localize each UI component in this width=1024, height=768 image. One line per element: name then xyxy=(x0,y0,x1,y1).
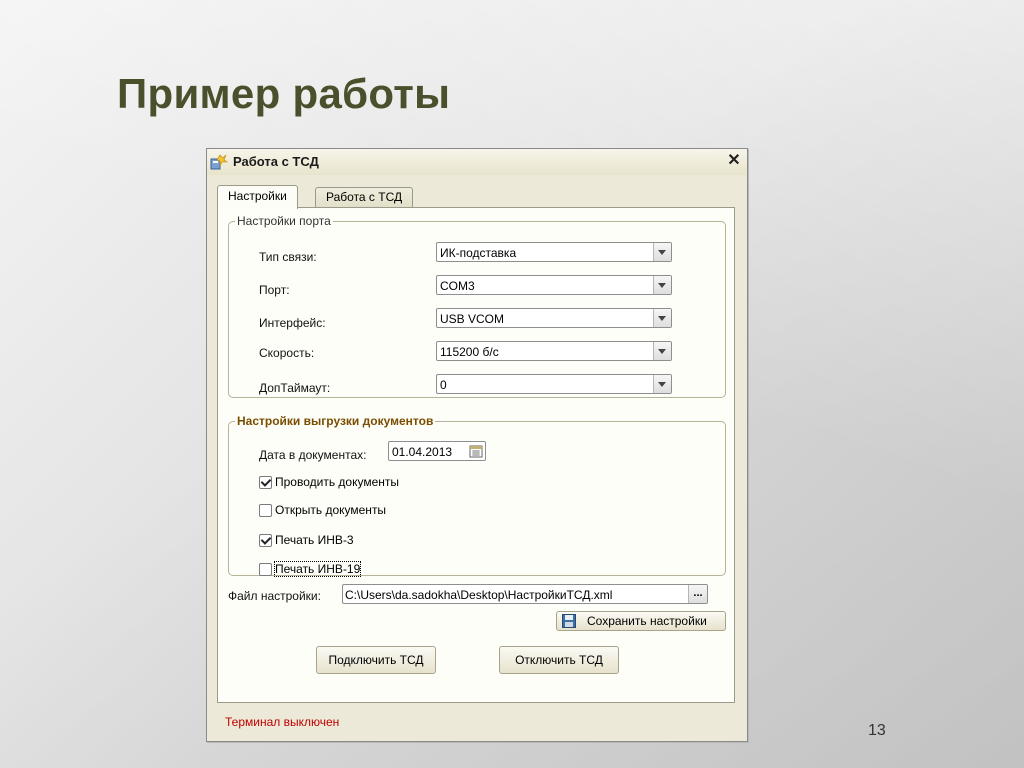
port-settings-group: Настройки порта Тип связи: ИК-подставка … xyxy=(228,214,726,398)
dialog-title: Работа с ТСД xyxy=(233,154,319,169)
upload-settings-group: Настройки выгрузки документов Дата в док… xyxy=(228,414,726,578)
save-settings-button[interactable]: Сохранить настройки xyxy=(556,611,726,631)
checkbox-post-documents[interactable]: Проводить документы xyxy=(259,475,429,491)
checkbox-print-inv3-box[interactable] xyxy=(259,534,272,547)
close-icon[interactable]: ✕ xyxy=(725,152,743,170)
terminal-status: Терминал выключен xyxy=(225,715,340,729)
speed-value: 115200 б/с xyxy=(440,345,499,359)
chevron-down-icon[interactable] xyxy=(653,276,671,294)
disconnect-tsd-button[interactable]: Отключить ТСД xyxy=(499,646,619,674)
connection-type-select[interactable]: ИК-подставка xyxy=(436,242,672,262)
document-date-label: Дата в документах: xyxy=(259,448,367,462)
chevron-down-icon[interactable] xyxy=(653,309,671,327)
app-icon xyxy=(210,154,228,170)
connection-type-value: ИК-подставка xyxy=(440,246,517,260)
checkbox-print-inv19-box[interactable] xyxy=(259,563,272,576)
speed-select[interactable]: 115200 б/с xyxy=(436,341,672,361)
checkbox-post-documents-label: Проводить документы xyxy=(275,475,400,489)
port-select[interactable]: COM3 xyxy=(436,275,672,295)
calendar-icon[interactable] xyxy=(468,443,484,459)
chevron-down-icon[interactable] xyxy=(653,342,671,360)
settings-file-field[interactable]: C:\Users\da.sadokha\Desktop\НастройкиТСД… xyxy=(342,584,708,604)
connect-tsd-button[interactable]: Подключить ТСД xyxy=(316,646,436,674)
document-date-field[interactable]: 01.04.2013 xyxy=(388,441,486,461)
checkbox-print-inv19-label: Печать ИНВ-19 xyxy=(273,561,362,577)
checkbox-print-inv3[interactable]: Печать ИНВ-3 xyxy=(259,533,429,549)
speed-label: Скорость: xyxy=(259,346,315,360)
settings-panel: Настройки порта Тип связи: ИК-подставка … xyxy=(217,207,735,703)
slide-title: Пример работы xyxy=(117,70,451,117)
settings-file-label: Файл настройки: xyxy=(228,589,321,603)
extra-timeout-select[interactable]: 0 xyxy=(436,374,672,394)
extra-timeout-value: 0 xyxy=(440,378,447,392)
checkbox-open-documents-box[interactable] xyxy=(259,504,272,517)
port-value: COM3 xyxy=(440,279,475,293)
tab-settings[interactable]: Настройки xyxy=(217,185,298,209)
chevron-down-icon[interactable] xyxy=(653,243,671,261)
checkbox-post-documents-box[interactable] xyxy=(259,476,272,489)
slide-number: 13 xyxy=(868,722,886,739)
save-settings-label: Сохранить настройки xyxy=(587,614,707,628)
checkbox-print-inv19[interactable]: Печать ИНВ-19 xyxy=(259,561,429,578)
browse-button[interactable]: ... xyxy=(688,585,707,603)
floppy-disk-icon xyxy=(562,614,576,628)
checkbox-open-documents[interactable]: Открыть документы xyxy=(259,503,429,519)
tsd-dialog: Работа с ТСД ✕ Настройки Работа с ТСД На… xyxy=(206,148,748,742)
interface-value: USB VCOM xyxy=(440,312,505,326)
extra-timeout-label: ДопТаймаут: xyxy=(259,381,331,395)
interface-label: Интерфейс: xyxy=(259,316,326,330)
chevron-down-icon[interactable] xyxy=(653,375,671,393)
interface-select[interactable]: USB VCOM xyxy=(436,308,672,328)
checkbox-open-documents-label: Открыть документы xyxy=(275,503,387,517)
connection-type-label: Тип связи: xyxy=(259,250,317,264)
port-label: Порт: xyxy=(259,283,290,297)
tab-tsd-work[interactable]: Работа с ТСД xyxy=(315,187,414,207)
settings-file-path: C:\Users\da.sadokha\Desktop\НастройкиТСД… xyxy=(345,588,613,602)
port-settings-legend: Настройки порта xyxy=(237,214,331,228)
document-date-value: 01.04.2013 xyxy=(392,445,453,459)
dialog-titlebar[interactable]: Работа с ТСД ✕ xyxy=(207,149,747,175)
upload-settings-legend: Настройки выгрузки документов xyxy=(237,414,434,428)
checkbox-print-inv3-label: Печать ИНВ-3 xyxy=(275,533,354,547)
